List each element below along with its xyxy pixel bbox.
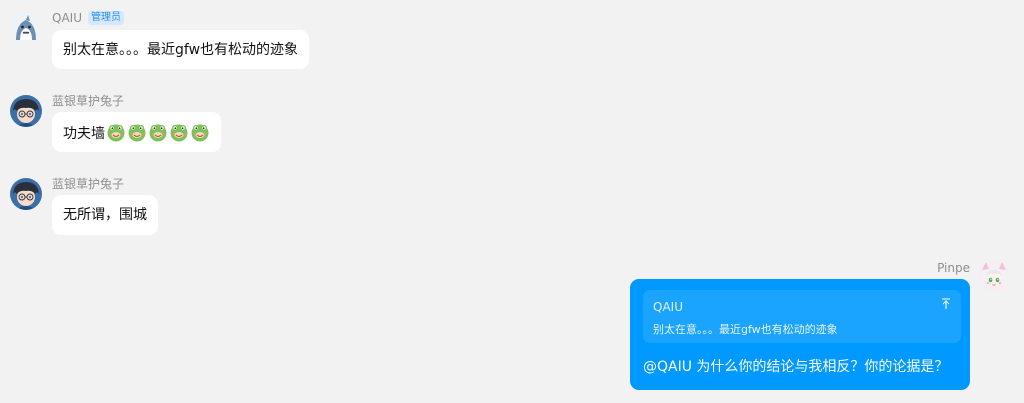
message-bubble[interactable]: 无所谓，围城: [52, 195, 158, 235]
message-text: @QAIU 为什么你的结论与我相反？你的论据是？: [643, 359, 949, 375]
anime-boy-avatar[interactable]: [10, 178, 42, 210]
message-qaiu: QAIU 管理员 别太在意。。。最近gfw也有松动的迹象: [0, 0, 1024, 70]
message-text: 无所谓，围城: [63, 207, 147, 223]
frog-face-emoji: [148, 122, 168, 142]
message-text: 别太在意。。。最近gfw也有松动的迹象: [63, 42, 299, 58]
frog-face-emoji: [190, 122, 210, 142]
admin-badge: 管理员: [87, 11, 124, 25]
message-bubble[interactable]: 功夫墙: [52, 112, 221, 152]
message-text: 功夫墙: [63, 126, 105, 142]
sender-name[interactable]: QAIU: [52, 10, 82, 26]
sender-name[interactable]: Pinpe: [937, 260, 970, 276]
frog-face-emoji: [127, 122, 147, 142]
quoted-message[interactable]: QAIU 别太在意。。。最近gfw也有松动的迹象: [643, 290, 961, 343]
sender-name[interactable]: 蓝银草护兔子: [52, 176, 124, 192]
self-message-bubble[interactable]: QAIU 别太在意。。。最近gfw也有松动的迹象 @QAIU 为什么你的结论与我…: [630, 279, 970, 390]
message-lanyincao-1: 蓝银草护兔子 功夫墙: [0, 85, 1024, 155]
jump-to-message-icon[interactable]: [939, 296, 953, 312]
shark-avatar[interactable]: [10, 12, 42, 44]
frog-face-emoji: [106, 122, 126, 142]
frog-face-emoji: [169, 122, 189, 142]
quote-text: 别太在意。。。最近gfw也有松动的迹象: [653, 323, 838, 336]
anime-boy-avatar[interactable]: [10, 95, 42, 127]
message-bubble[interactable]: 别太在意。。。最近gfw也有松动的迹象: [52, 30, 310, 69]
sender-name[interactable]: 蓝银草护兔子: [52, 93, 124, 109]
quote-author: QAIU: [653, 300, 683, 314]
message-pinpe: Pinpe QAIU 别太在意。。。最近gfw也有松动的迹象 @QAIU 为什么…: [0, 255, 1024, 403]
anime-girl-avatar[interactable]: [978, 260, 1010, 292]
message-lanyincao-2: 蓝银草护兔子 无所谓，围城: [0, 168, 1024, 238]
